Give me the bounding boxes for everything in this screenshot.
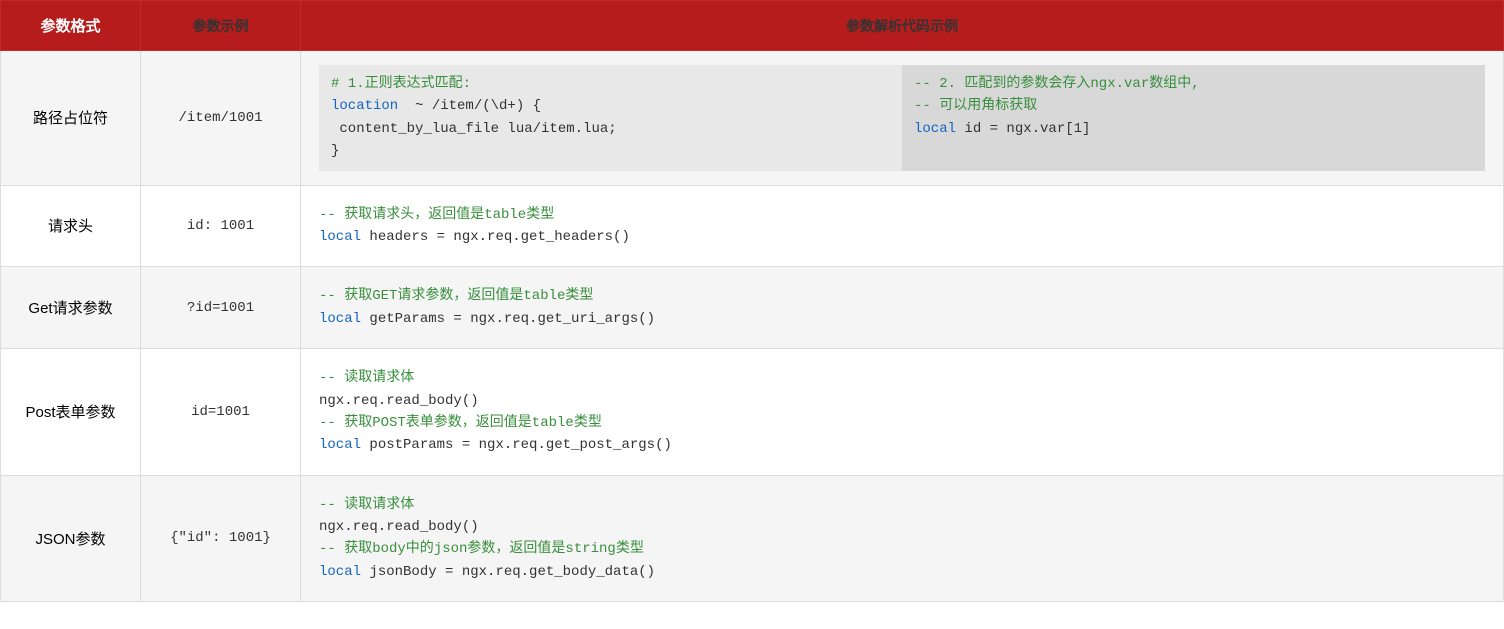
table-row: JSON参数{"id": 1001}-- 读取请求体ngx.req.read_b… (1, 475, 1504, 602)
cell-format: Get请求参数 (1, 267, 141, 349)
code-block-single: -- 读取请求体ngx.req.read_body()-- 获取POST表单参数… (319, 363, 1485, 461)
cell-format: 路径占位符 (1, 51, 141, 186)
cell-code: -- 获取GET请求参数，返回值是table类型local getParams … (301, 267, 1504, 349)
table-row: 请求头id: 1001 -- 获取请求头，返回值是table类型local hea… (1, 185, 1504, 267)
code-block-right: -- 2. 匹配到的参数会存入ngx.var数组中,-- 可以用角标获取loca… (902, 65, 1485, 171)
header-example: 参数示例 (141, 1, 301, 51)
code-block-single: -- 获取GET请求参数，返回值是table类型local getParams … (319, 281, 1485, 334)
code-block-left: # 1.正则表达式匹配:location ~ /item/(\d+) { con… (319, 65, 902, 171)
cell-code: -- 获取请求头，返回值是table类型local headers = ngx.… (301, 185, 1504, 267)
table-row: Post表单参数id=1001-- 读取请求体ngx.req.read_body… (1, 349, 1504, 476)
cell-example: /item/1001 (141, 51, 301, 186)
cell-format: JSON参数 (1, 475, 141, 602)
table-row: Get请求参数?id=1001 -- 获取GET请求参数，返回值是table类型l… (1, 267, 1504, 349)
cell-code: -- 读取请求体ngx.req.read_body()-- 获取body中的js… (301, 475, 1504, 602)
cell-example: {"id": 1001} (141, 475, 301, 602)
cell-code: -- 读取请求体ngx.req.read_body()-- 获取POST表单参数… (301, 349, 1504, 476)
code-block-single: -- 获取请求头，返回值是table类型local headers = ngx.… (319, 200, 1485, 253)
cell-example: id: 1001 (141, 185, 301, 267)
cell-example: id=1001 (141, 349, 301, 476)
header-format: 参数格式 (1, 1, 141, 51)
cell-format: 请求头 (1, 185, 141, 267)
cell-format: Post表单参数 (1, 349, 141, 476)
header-code: 参数解析代码示例 (301, 1, 1504, 51)
cell-example: ?id=1001 (141, 267, 301, 349)
table-header-row: 参数格式 参数示例 参数解析代码示例 (1, 1, 1504, 51)
code-block-single: -- 读取请求体ngx.req.read_body()-- 获取body中的js… (319, 490, 1485, 588)
table-row: 路径占位符/item/1001# 1.正则表达式匹配:location ~ /i… (1, 51, 1504, 186)
main-table: 参数格式 参数示例 参数解析代码示例 路径占位符/item/1001# 1.正则… (0, 0, 1504, 602)
cell-code: # 1.正则表达式匹配:location ~ /item/(\d+) { con… (301, 51, 1504, 186)
